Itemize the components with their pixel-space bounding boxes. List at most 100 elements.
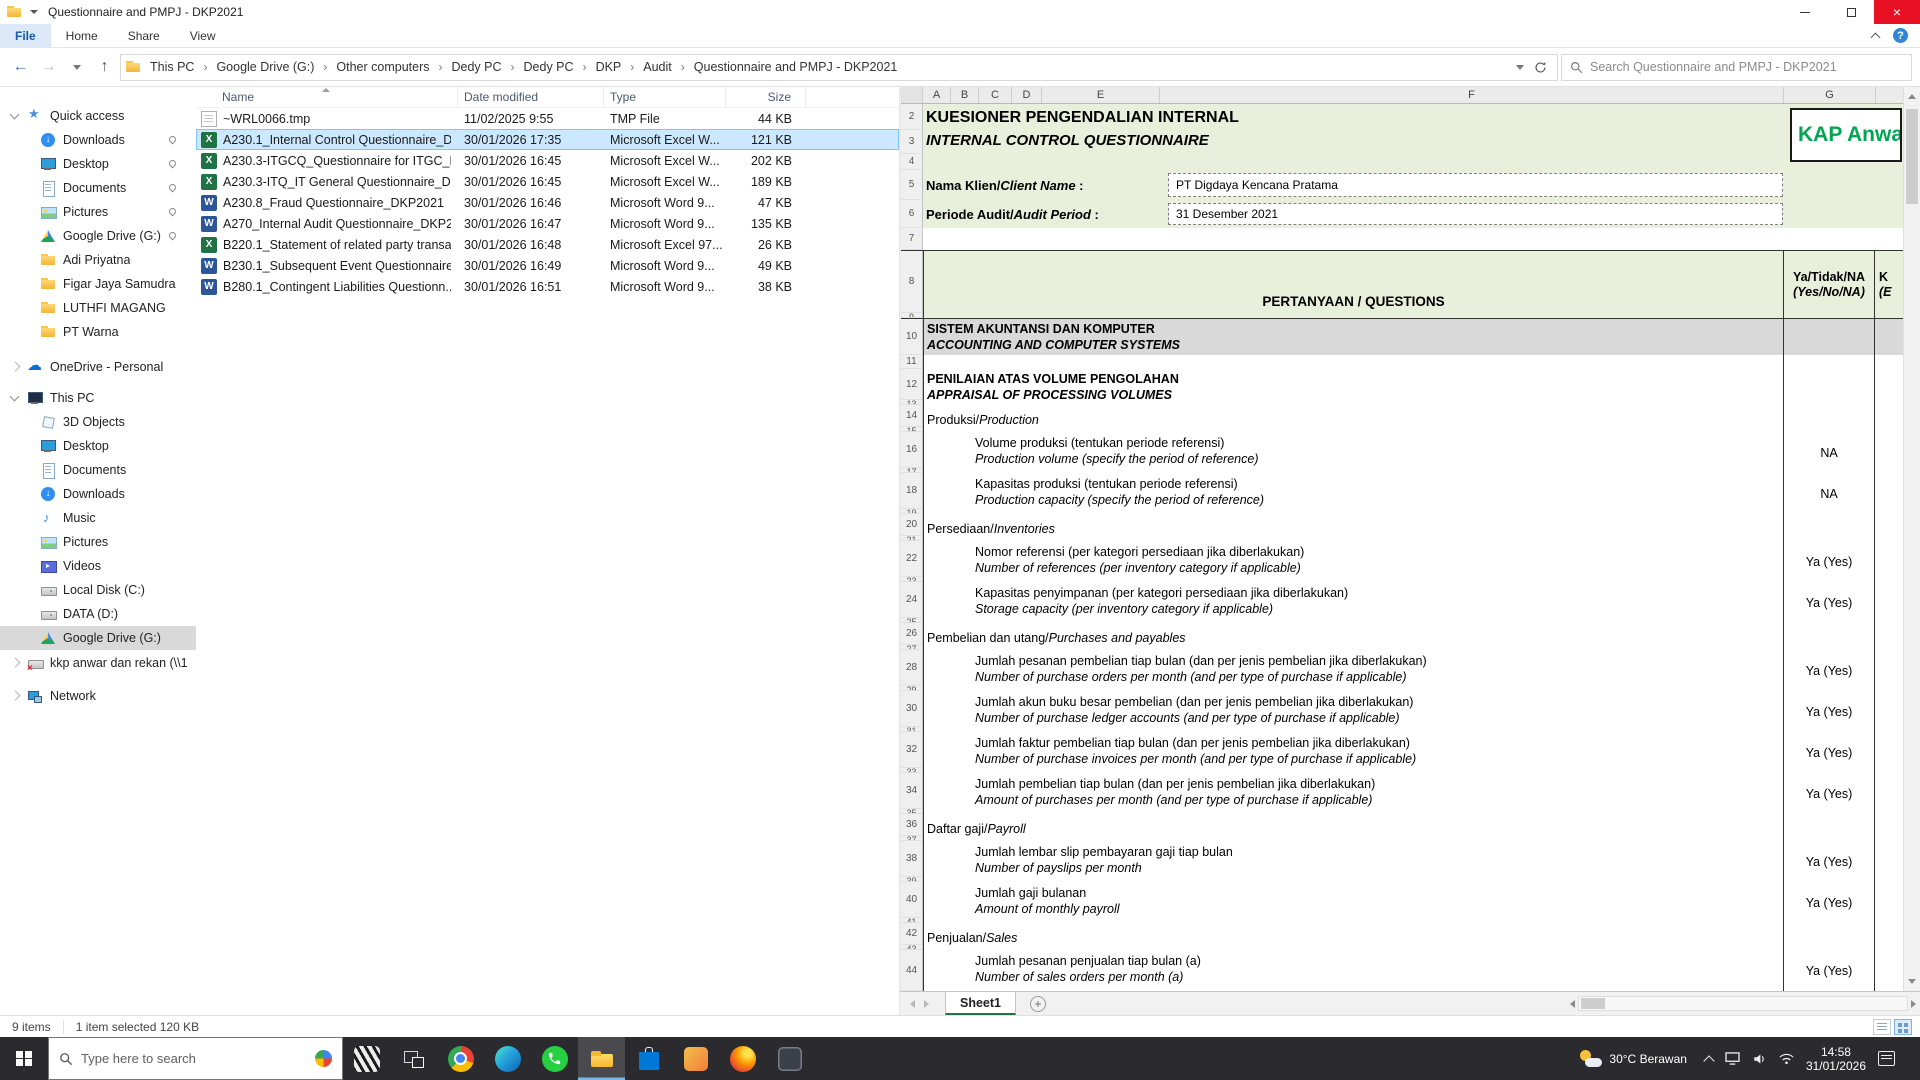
- file-row-b280-1-contingent-liabilities-questionn[interactable]: B280.1_Contingent Liabilities Questionn.…: [196, 276, 899, 297]
- scrollbar-thumb[interactable]: [1581, 998, 1605, 1009]
- sidebar-item-pictures[interactable]: Pictures: [0, 200, 196, 224]
- sidebar-item-videos[interactable]: Videos: [0, 554, 196, 578]
- details-view-icon[interactable]: [1873, 1019, 1891, 1035]
- file-row-b230-1-subsequent-event-questionnaire[interactable]: B230.1_Subsequent Event Questionnaire_..…: [196, 255, 899, 276]
- answer-cell[interactable]: [1783, 355, 1875, 369]
- answer-cell[interactable]: Ya (Yes): [1783, 950, 1875, 991]
- answer-cell[interactable]: [1783, 923, 1875, 950]
- column-header-D[interactable]: D: [1012, 87, 1042, 103]
- chrome-taskbar-button[interactable]: [437, 1037, 484, 1080]
- row-header-16[interactable]: 1617: [901, 432, 923, 473]
- row-header-18[interactable]: 1819: [901, 473, 923, 514]
- sidebar-item-desktop[interactable]: Desktop: [0, 152, 196, 176]
- add-sheet-button[interactable]: +: [1030, 996, 1046, 1012]
- question-cell[interactable]: Jumlah pembelian tiap bulan (dan per jen…: [923, 773, 1783, 814]
- row-header-42[interactable]: 4243: [901, 923, 923, 950]
- quick-access-toolbar-caret-icon[interactable]: [30, 10, 38, 14]
- breadcrumb-segment-dkp[interactable]: DKP: [588, 55, 630, 80]
- forward-button[interactable]: →: [36, 54, 61, 80]
- sidebar-section-this-pc[interactable]: This PC: [0, 385, 196, 410]
- minimize-button[interactable]: [1782, 0, 1828, 24]
- zebra-taskbar-button[interactable]: [343, 1037, 390, 1080]
- sidebar-item-downloads[interactable]: Downloads: [0, 482, 196, 506]
- taskbar-search[interactable]: [48, 1037, 343, 1080]
- answer-cell[interactable]: [1783, 514, 1875, 541]
- firefox-taskbar-button[interactable]: [719, 1037, 766, 1080]
- answer-cell[interactable]: Ya (Yes): [1783, 541, 1875, 582]
- question-cell[interactable]: Kapasitas penyimpanan (per kategori pers…: [923, 582, 1783, 623]
- answer-cell[interactable]: Ya (Yes): [1783, 841, 1875, 882]
- file-row-a230-3-itgcq-questionnaire-for-itgc-dk[interactable]: A230.3-ITGCQ_Questionnaire for ITGC_DK..…: [196, 150, 899, 171]
- sheet-cell[interactable]: Daftar gaji/Payroll: [923, 814, 1783, 841]
- file-explorer-taskbar-button[interactable]: [578, 1037, 625, 1080]
- sidebar-item-adi-priyatna[interactable]: Adi Priyatna: [0, 248, 196, 272]
- store-taskbar-button[interactable]: [625, 1037, 672, 1080]
- answer-cell[interactable]: Ya (Yes): [1783, 882, 1875, 923]
- row-header-38[interactable]: 3839: [901, 841, 923, 882]
- row-header-30[interactable]: 3031: [901, 691, 923, 732]
- column-header-A[interactable]: A: [923, 87, 951, 103]
- answer-cell[interactable]: Ya (Yes): [1783, 582, 1875, 623]
- whatsapp-taskbar-button[interactable]: [531, 1037, 578, 1080]
- network-icon[interactable]: [1779, 1053, 1794, 1065]
- breadcrumb-segment-questionnaire-and-pmpj-dkp2021[interactable]: Questionnaire and PMPJ - DKP2021: [686, 55, 906, 80]
- file-row-a230-1-internal-control-questionnaire-d[interactable]: A230.1_Internal Control Questionnaire_D.…: [196, 129, 899, 150]
- search-highlights-icon[interactable]: [315, 1050, 332, 1067]
- sidebar-item-documents[interactable]: Documents: [0, 458, 196, 482]
- answer-cell[interactable]: [1783, 405, 1875, 432]
- sheet-cell[interactable]: Persediaan/Inventories: [923, 514, 1783, 541]
- sheet-cell[interactable]: Penjualan/Sales: [923, 923, 1783, 950]
- column-header-size[interactable]: Size: [726, 87, 806, 107]
- breadcrumb-segment-this-pc[interactable]: This PC: [142, 55, 202, 80]
- sheet-nav-right-icon[interactable]: [924, 1000, 929, 1008]
- row-header-28[interactable]: 2829: [901, 650, 923, 691]
- sheet-tab-sheet1[interactable]: Sheet1: [945, 992, 1016, 1015]
- file-row-a270-internal-audit-questionnaire-dkp2[interactable]: A270_Internal Audit Questionnaire_DKP2..…: [196, 213, 899, 234]
- answer-cell[interactable]: [1783, 814, 1875, 841]
- sidebar-item-3d-objects[interactable]: 3D Objects: [0, 410, 196, 434]
- sidebar-item-google-drive-g[interactable]: Google Drive (G:): [0, 224, 196, 248]
- sidebar-section-onedrive-personal[interactable]: OneDrive - Personal: [0, 354, 196, 379]
- start-button[interactable]: [0, 1037, 48, 1080]
- column-header-B[interactable]: B: [951, 87, 979, 103]
- row-header-34[interactable]: 3435: [901, 773, 923, 814]
- row-header-2[interactable]: 2: [901, 104, 923, 130]
- row-header-20[interactable]: 2021: [901, 514, 923, 541]
- answer-cell[interactable]: Ya (Yes): [1783, 650, 1875, 691]
- show-hidden-icons-chevron[interactable]: [1703, 1055, 1714, 1066]
- taskbar-search-input[interactable]: [81, 1051, 307, 1066]
- answer-cell[interactable]: Ya (Yes): [1783, 773, 1875, 814]
- up-button[interactable]: ↑: [92, 54, 117, 80]
- question-cell[interactable]: Volume produksi (tentukan periode refere…: [923, 432, 1783, 473]
- question-cell[interactable]: Kapasitas produksi (tentukan periode ref…: [923, 473, 1783, 514]
- address-bar[interactable]: This PC›Google Drive (G:)›Other computer…: [120, 54, 1558, 81]
- row-header-12[interactable]: 1213: [901, 369, 923, 405]
- menu-tab-share[interactable]: Share: [113, 24, 175, 47]
- row-header-14[interactable]: 1415: [901, 405, 923, 432]
- sidebar-item-google-drive-g[interactable]: Google Drive (G:): [0, 626, 196, 650]
- breadcrumb-segment-google-drive-g[interactable]: Google Drive (G:): [208, 55, 322, 80]
- row-header-26[interactable]: 2627: [901, 623, 923, 650]
- clock[interactable]: 14:58 31/01/2026: [1806, 1045, 1866, 1073]
- sidebar-item-pictures[interactable]: Pictures: [0, 530, 196, 554]
- answer-cell[interactable]: [1783, 369, 1875, 405]
- question-cell[interactable]: Jumlah pesanan pembelian tiap bulan (dan…: [923, 650, 1783, 691]
- answer-cell[interactable]: Ya (Yes): [1783, 732, 1875, 773]
- sidebar-item-desktop[interactable]: Desktop: [0, 434, 196, 458]
- column-header-type[interactable]: Type: [604, 87, 726, 107]
- sidebar-item-figar-jaya-samudra[interactable]: Figar Jaya Samudra: [0, 272, 196, 296]
- sheet-cell[interactable]: Produksi/Production: [923, 405, 1783, 432]
- menu-tab-home[interactable]: Home: [51, 24, 113, 47]
- sidebar-item-pt-warna[interactable]: PT Warna: [0, 320, 196, 344]
- sidebar-item-local-disk-c[interactable]: Local Disk (C:): [0, 578, 196, 602]
- breadcrumb-segment-dedy-pc[interactable]: Dedy PC: [444, 55, 510, 80]
- file-row-a230-8-fraud-questionnaire-dkp2021[interactable]: A230.8_Fraud Questionnaire_DKP202130/01/…: [196, 192, 899, 213]
- horizontal-scrollbar[interactable]: [1570, 996, 1916, 1011]
- breadcrumb-segment-audit[interactable]: Audit: [635, 55, 680, 80]
- breadcrumb-segment-dedy-pc[interactable]: Dedy PC: [516, 55, 582, 80]
- scroll-right-icon[interactable]: [1911, 1000, 1916, 1008]
- file-row-b220-1-statement-of-related-party-transac[interactable]: B220.1_Statement of related party transa…: [196, 234, 899, 255]
- sidebar-item-luthfi-magang[interactable]: LUTHFI MAGANG: [0, 296, 196, 320]
- breadcrumb-segment-other-computers[interactable]: Other computers: [328, 55, 437, 80]
- row-header-7[interactable]: 7: [901, 228, 923, 250]
